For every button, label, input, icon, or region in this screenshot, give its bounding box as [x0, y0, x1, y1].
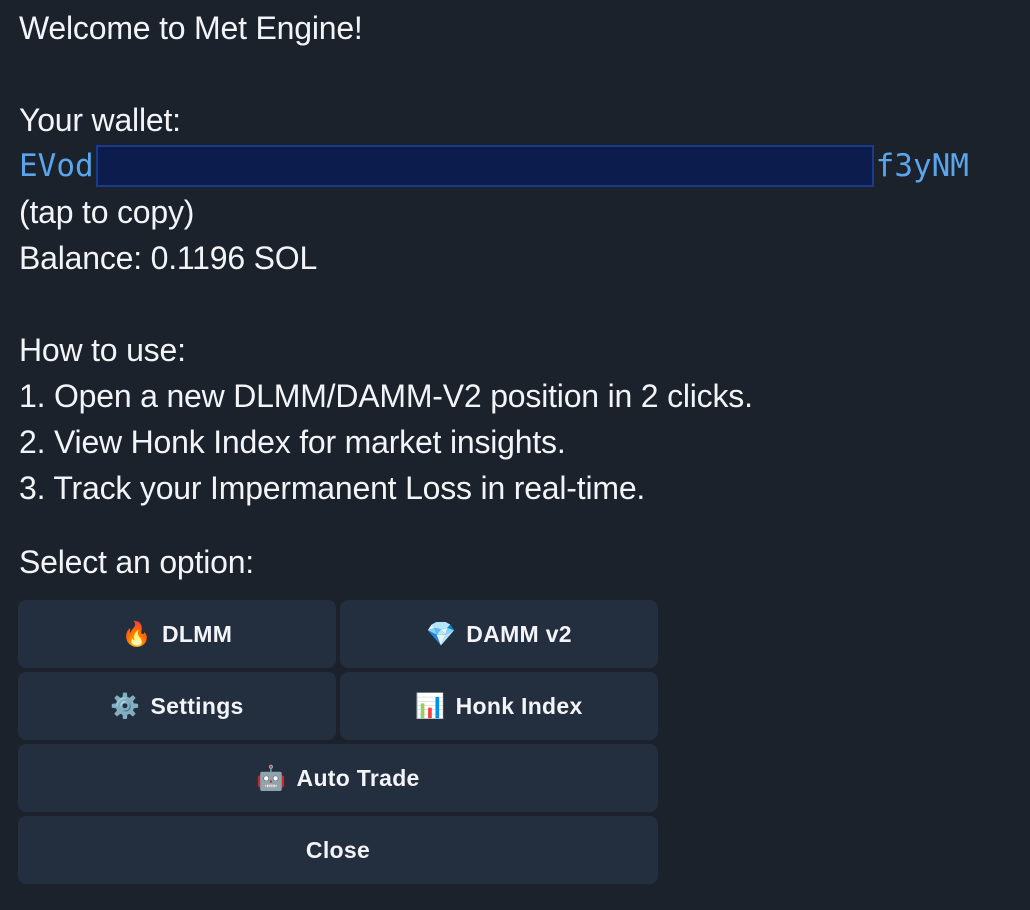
- robot-icon: 🤖: [256, 764, 287, 792]
- redacted-wallet-segment: [95, 145, 874, 187]
- step-1: 1. Open a new DLMM/DAMM-V2 position in 2…: [19, 378, 753, 414]
- wallet-prefix[interactable]: EVod: [19, 148, 94, 184]
- auto-trade-label: Auto Trade: [296, 764, 420, 791]
- wallet-suffix[interactable]: f3yNM: [876, 148, 969, 184]
- select-prompt: Select an option:: [19, 544, 254, 580]
- gear-icon: ⚙️: [110, 692, 141, 720]
- honk-index-button[interactable]: 📊 Honk Index: [340, 672, 658, 740]
- tap-to-copy-hint: (tap to copy): [19, 194, 195, 230]
- bar-chart-icon: 📊: [415, 692, 446, 720]
- keyboard-row: Close: [18, 816, 658, 884]
- dlmm-label: DLMM: [162, 620, 233, 647]
- keyboard-row: ⚙️ Settings 📊 Honk Index: [18, 672, 658, 740]
- keyboard-row: 🤖 Auto Trade: [18, 744, 658, 812]
- step-2: 2. View Honk Index for market insights.: [19, 424, 566, 460]
- how-to-title: How to use:: [19, 332, 186, 368]
- keyboard-row: 🔥 DLMM 💎 DAMM v2: [18, 600, 658, 668]
- dlmm-button[interactable]: 🔥 DLMM: [18, 600, 336, 668]
- honk-index-label: Honk Index: [455, 692, 583, 719]
- balance-text: Balance: 0.1196 SOL: [19, 240, 318, 276]
- wallet-label: Your wallet:: [19, 102, 181, 138]
- settings-label: Settings: [150, 692, 244, 719]
- wallet-address[interactable]: EVod f3yNM: [19, 144, 969, 188]
- close-label: Close: [305, 836, 371, 863]
- inline-keyboard: 🔥 DLMM 💎 DAMM v2 ⚙️ Settings 📊 Honk Inde…: [18, 600, 658, 888]
- gem-icon: 💎: [426, 620, 457, 648]
- auto-trade-button[interactable]: 🤖 Auto Trade: [18, 744, 658, 812]
- settings-button[interactable]: ⚙️ Settings: [18, 672, 336, 740]
- fire-icon: 🔥: [121, 620, 152, 648]
- damm-v2-button[interactable]: 💎 DAMM v2: [340, 600, 658, 668]
- welcome-text: Welcome to Met Engine!: [19, 10, 363, 46]
- close-button[interactable]: Close: [18, 816, 658, 884]
- damm-v2-label: DAMM v2: [466, 620, 572, 647]
- step-3: 3. Track your Impermanent Loss in real-t…: [19, 470, 646, 506]
